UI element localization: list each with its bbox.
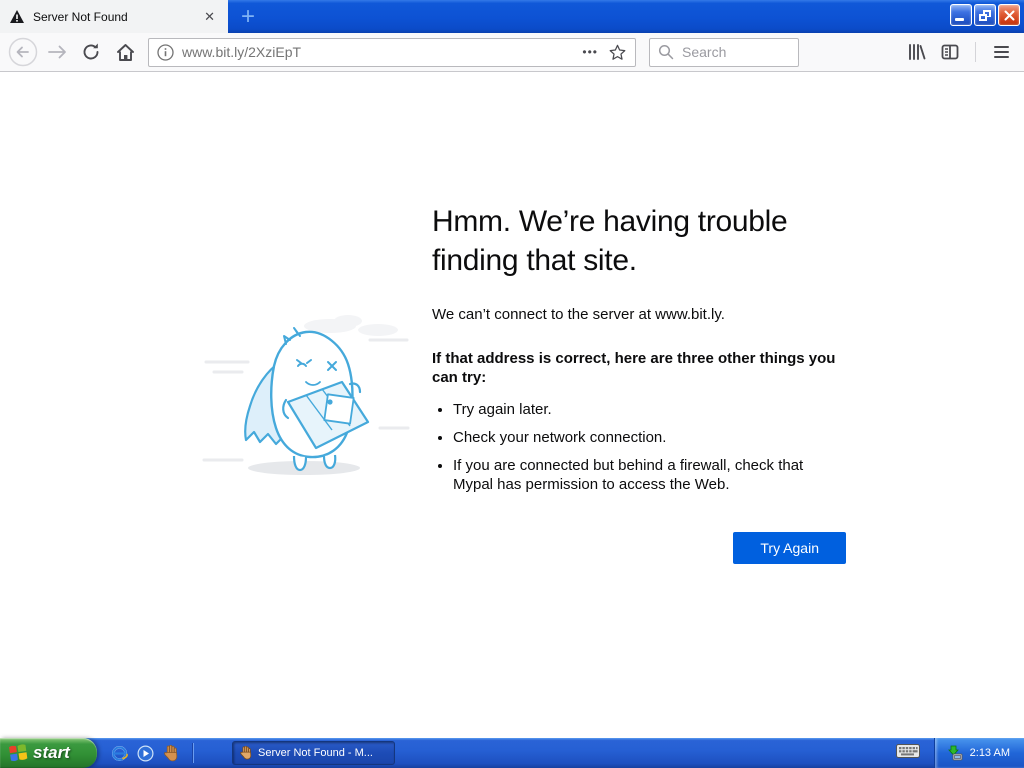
menu-icon <box>993 46 1009 58</box>
search-box[interactable]: Search <box>649 37 799 67</box>
home-button[interactable] <box>108 36 142 68</box>
toolbar-divider <box>975 42 976 62</box>
keyboard-icon <box>895 743 920 758</box>
list-item: Try again later. <box>453 400 846 419</box>
language-bar[interactable] <box>895 743 920 763</box>
close-icon <box>1004 10 1014 20</box>
error-description: We can’t connect to the server at www.bi… <box>432 306 725 323</box>
navigation-toolbar: www.bit.ly/2XziEpT ••• Search <box>0 33 1024 72</box>
warning-icon <box>10 9 24 23</box>
library-button[interactable] <box>899 36 933 68</box>
sidebar-icon <box>941 44 959 60</box>
back-button[interactable] <box>6 36 40 68</box>
start-button[interactable]: start <box>0 738 97 768</box>
error-container: Hmm. We’re having trouble finding that s… <box>0 72 1024 564</box>
reload-button[interactable] <box>74 36 108 68</box>
button-row: Try Again <box>432 532 846 564</box>
library-icon <box>909 44 926 60</box>
taskbar-divider <box>192 743 194 763</box>
close-window-button[interactable] <box>998 4 1020 26</box>
internet-explorer-icon[interactable] <box>111 745 128 762</box>
browser-tab[interactable]: Server Not Found ✕ <box>0 0 228 33</box>
page-content: Hmm. We’re having trouble finding that s… <box>0 72 1024 738</box>
start-label: start <box>33 743 70 762</box>
site-info-icon[interactable] <box>157 43 174 61</box>
toolbar-right-icons <box>899 36 1018 68</box>
taskbar-window-label: Server Not Found - M... <box>258 747 373 759</box>
error-subtitle: If that address is correct, here are thr… <box>432 350 836 386</box>
search-icon <box>658 44 674 60</box>
page-actions-icon[interactable]: ••• <box>582 45 598 59</box>
titlebar: Server Not Found ✕ + <box>0 0 1024 33</box>
restore-button[interactable] <box>974 4 996 26</box>
error-message-block: Hmm. We’re having trouble finding that s… <box>432 202 846 564</box>
browser-window: Server Not Found ✕ + www.bit.ly/2XziEpT … <box>0 0 1024 768</box>
mypal-hand-icon-small <box>240 746 252 760</box>
safely-remove-hardware-icon[interactable] <box>947 745 963 761</box>
clock[interactable]: 2:13 AM <box>970 747 1010 759</box>
error-title: Hmm. We’re having trouble finding that s… <box>432 205 788 277</box>
search-placeholder: Search <box>682 44 727 60</box>
window-controls <box>950 4 1020 26</box>
try-again-button[interactable]: Try Again <box>733 532 846 564</box>
error-suggestions-list: Try again later. Check your network conn… <box>432 400 846 494</box>
windows-logo-icon <box>9 744 28 761</box>
forward-button[interactable] <box>40 36 74 68</box>
taskbar: start Server Not Found - M... 2:13 AM <box>0 738 1024 768</box>
url-bar[interactable]: www.bit.ly/2XziEpT ••• <box>148 37 636 67</box>
minimize-button[interactable] <box>950 4 972 26</box>
new-tab-button[interactable]: + <box>230 0 266 33</box>
system-tray: 2:13 AM <box>933 738 1024 768</box>
sidebar-button[interactable] <box>933 36 967 68</box>
minimize-icon <box>955 18 964 21</box>
back-icon <box>8 37 38 67</box>
tab-close-icon[interactable]: ✕ <box>200 8 219 25</box>
home-icon <box>116 43 134 61</box>
mypal-hand-icon[interactable] <box>163 744 179 762</box>
reload-icon <box>83 43 99 60</box>
media-player-icon[interactable] <box>137 744 154 762</box>
lost-mascot-illustration <box>202 310 410 564</box>
quick-launch-bar <box>97 743 204 763</box>
app-menu-button[interactable] <box>984 36 1018 68</box>
list-item: Check your network connection. <box>453 428 846 447</box>
bookmark-star-icon[interactable] <box>608 43 627 62</box>
forward-icon <box>48 45 66 59</box>
list-item: If you are connected but behind a firewa… <box>453 456 846 494</box>
url-text: www.bit.ly/2XziEpT <box>182 44 302 60</box>
tab-title: Server Not Found <box>33 9 128 24</box>
restore-icon <box>979 9 991 21</box>
taskbar-window-button[interactable]: Server Not Found - M... <box>232 741 395 765</box>
